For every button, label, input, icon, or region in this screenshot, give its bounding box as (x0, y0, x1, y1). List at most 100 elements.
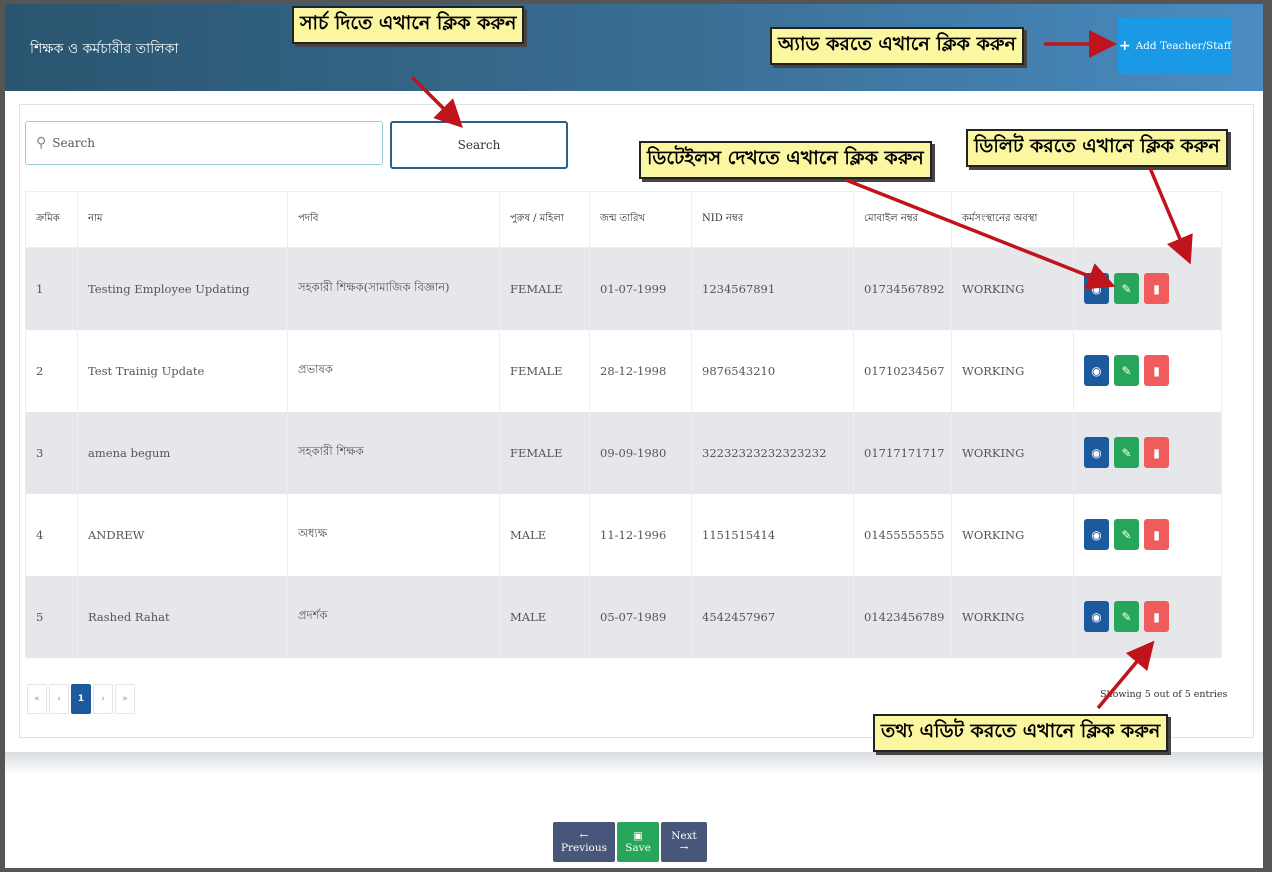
cell-serial: 1 (25, 247, 78, 330)
section-divider (5, 752, 1263, 774)
edit-button[interactable]: ✎ (1114, 437, 1139, 468)
search-input[interactable] (50, 135, 355, 151)
cell-dob: 05-07-1989 (589, 575, 692, 658)
table-row: 5 Rashed Rahat প্রদর্শক MALE 05-07-1989 … (25, 575, 1222, 658)
cell-designation: প্রদর্শক (287, 575, 500, 658)
add-teacher-label: Add Teacher/Staff (1135, 40, 1232, 52)
view-button[interactable]: ◉ (1084, 355, 1109, 386)
col-header-name: নাম (77, 191, 288, 248)
callout-delete: ডিলিট করতে এখানে ক্লিক করুন (966, 129, 1228, 167)
cell-name: amena begum (77, 411, 288, 494)
plus-icon: + (1118, 38, 1131, 54)
trash-icon: ▮ (1153, 281, 1160, 296)
cell-designation: অধ্যক্ষ (287, 493, 500, 576)
wizard-nav: ← Previous ▣ Save Next → (553, 822, 707, 862)
cell-nid: 32232323232323232 (691, 411, 854, 494)
cell-gender: MALE (499, 575, 590, 658)
search-button[interactable]: Search (390, 121, 568, 169)
col-header-actions (1073, 191, 1222, 248)
cell-actions: ◉ ✎ ▮ (1073, 329, 1222, 412)
callout-add: অ্যাড করতে এখানে ক্লিক করুন (770, 27, 1024, 65)
delete-button[interactable]: ▮ (1144, 437, 1169, 468)
cell-designation: প্রভাষক (287, 329, 500, 412)
cell-designation: সহকারী শিক্ষক(সামাজিক বিজ্ঞান) (287, 247, 500, 330)
pagination: « ‹ 1 › » (27, 684, 135, 714)
arrow-left-icon: ← (579, 830, 589, 842)
table-row: 2 Test Trainig Update প্রভাষক FEMALE 28-… (25, 329, 1222, 412)
delete-button[interactable]: ▮ (1144, 273, 1169, 305)
table-row: 4 ANDREW অধ্যক্ষ MALE 11-12-1996 1151515… (25, 493, 1222, 576)
next-page-button[interactable]: › (93, 684, 113, 714)
save-label: Save (625, 842, 651, 854)
col-header-nid: NID নম্বর (691, 191, 854, 248)
cell-mobile: 01423456789 (853, 575, 952, 658)
cell-mobile: 01710234567 (853, 329, 952, 412)
trash-icon: ▮ (1153, 527, 1160, 542)
eye-icon: ◉ (1091, 363, 1102, 378)
edit-button[interactable]: ✎ (1114, 355, 1139, 386)
cell-name: ANDREW (77, 493, 288, 576)
cell-name: Rashed Rahat (77, 575, 288, 658)
edit-button[interactable]: ✎ (1114, 519, 1139, 550)
page-header: শিক্ষক ও কর্মচারীর তালিকা + Add Teacher/… (5, 4, 1263, 91)
cell-dob: 28-12-1998 (589, 329, 692, 412)
next-button[interactable]: Next → (661, 822, 707, 862)
col-header-designation: পদবি (287, 191, 500, 248)
edit-button[interactable]: ✎ (1114, 273, 1139, 305)
eye-icon: ◉ (1091, 445, 1102, 460)
cell-status: WORKING (951, 411, 1074, 494)
eye-icon: ◉ (1091, 281, 1102, 296)
add-teacher-button[interactable]: + Add Teacher/Staff (1118, 18, 1232, 74)
delete-button[interactable]: ▮ (1144, 601, 1169, 632)
delete-button[interactable]: ▮ (1144, 355, 1169, 386)
cell-actions: ◉ ✎ ▮ (1073, 247, 1222, 330)
cell-status: WORKING (951, 493, 1074, 576)
previous-button[interactable]: ← Previous (553, 822, 615, 862)
view-button[interactable]: ◉ (1084, 519, 1109, 550)
next-label: Next (671, 830, 697, 842)
cell-serial: 5 (25, 575, 78, 658)
edit-button[interactable]: ✎ (1114, 601, 1139, 632)
save-button[interactable]: ▣ Save (617, 822, 659, 862)
cell-name: Test Trainig Update (77, 329, 288, 412)
trash-icon: ▮ (1153, 445, 1160, 460)
edit-icon: ✎ (1121, 363, 1132, 378)
eye-icon: ◉ (1091, 527, 1102, 542)
col-header-dob: জন্ম তারিখ (589, 191, 692, 248)
view-button[interactable]: ◉ (1084, 273, 1109, 305)
col-header-mobile: মোবাইল নম্বর (853, 191, 952, 248)
page-1-button[interactable]: 1 (71, 684, 91, 714)
callout-search: সার্চ দিতে এখানে ক্লিক করুন (292, 6, 525, 44)
cell-status: WORKING (951, 247, 1074, 330)
eye-icon: ◉ (1091, 609, 1102, 624)
table-row: 1 Testing Employee Updating সহকারী শিক্ষ… (25, 247, 1222, 330)
col-header-gender: পুরুষ / মহিলা (499, 191, 590, 248)
cell-name: Testing Employee Updating (77, 247, 288, 330)
cell-gender: FEMALE (499, 329, 590, 412)
search-field[interactable]: ⚲ (25, 121, 383, 165)
cell-gender: FEMALE (499, 247, 590, 330)
edit-icon: ✎ (1121, 281, 1132, 296)
edit-icon: ✎ (1121, 445, 1132, 460)
cell-gender: FEMALE (499, 411, 590, 494)
cell-mobile: 01455555555 (853, 493, 952, 576)
view-button[interactable]: ◉ (1084, 437, 1109, 468)
entries-count: Showing 5 out of 5 entries (1100, 689, 1228, 700)
last-page-button[interactable]: » (115, 684, 135, 714)
callout-edit: তথ্য এডিট করতে এখানে ক্লিক করুন (873, 714, 1169, 752)
cell-dob: 01-07-1999 (589, 247, 692, 330)
cell-designation: সহকারী শিক্ষক (287, 411, 500, 494)
col-header-serial: ক্রমিক (25, 191, 78, 248)
cell-serial: 3 (25, 411, 78, 494)
prev-page-button[interactable]: ‹ (49, 684, 69, 714)
page-title: শিক্ষক ও কর্মচারীর তালিকা (30, 41, 179, 57)
cell-nid: 1234567891 (691, 247, 854, 330)
first-page-button[interactable]: « (27, 684, 47, 714)
cell-actions: ◉ ✎ ▮ (1073, 493, 1222, 576)
view-button[interactable]: ◉ (1084, 601, 1109, 632)
cell-mobile: 01734567892 (853, 247, 952, 330)
staff-table: ক্রমিক নাম পদবি পুরুষ / মহিলা জন্ম তারিখ… (25, 191, 1222, 658)
cell-actions: ◉ ✎ ▮ (1073, 575, 1222, 658)
cell-actions: ◉ ✎ ▮ (1073, 411, 1222, 494)
delete-button[interactable]: ▮ (1144, 519, 1169, 550)
